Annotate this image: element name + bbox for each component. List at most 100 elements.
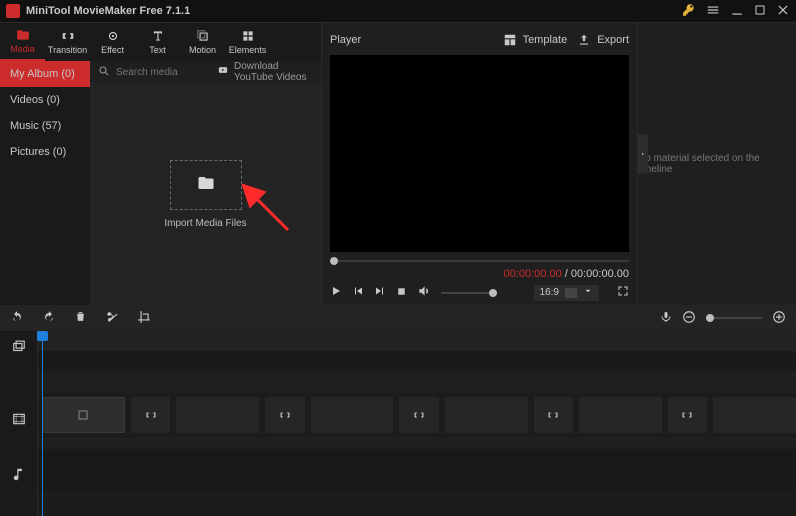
prev-frame-button[interactable] [352,285,364,300]
close-button[interactable] [776,3,790,20]
audio-track[interactable] [38,449,796,491]
inspector-panel: No material selected on the timeline [638,23,796,305]
fullscreen-button[interactable] [617,285,629,300]
transition-slot[interactable] [668,397,707,433]
sidebar-item-label: Pictures (0) [10,146,66,158]
export-button[interactable]: Export [577,33,629,47]
aspect-value: 16:9 [534,287,565,298]
download-youtube-button[interactable]: Download YouTube Videos [216,61,313,83]
sidebar-item-label: Videos (0) [10,94,60,106]
export-icon [577,33,591,47]
delete-button[interactable] [74,310,87,326]
transition-slot[interactable] [399,397,438,433]
tab-label: Text [149,45,166,55]
import-media-box[interactable] [170,160,242,210]
timeline-toolbar [0,305,796,331]
folder-icon [195,174,217,195]
tab-motion[interactable]: Motion [180,23,225,61]
clip-placeholder[interactable] [311,397,394,433]
export-label: Export [597,34,629,46]
tab-label: Elements [229,45,267,55]
audio-track-icon[interactable] [0,453,38,495]
search-input[interactable] [116,67,216,78]
volume-icon[interactable] [417,284,431,301]
redo-button[interactable] [42,310,56,327]
template-icon [503,33,517,47]
next-frame-button[interactable] [374,285,386,300]
sidebar-item-music[interactable]: Music (57) [0,113,90,139]
clip-placeholder[interactable] [445,397,528,433]
sidebar-item-videos[interactable]: Videos (0) [0,87,90,113]
chevron-down-icon [577,286,599,299]
tab-label: Media [10,44,35,54]
template-label: Template [523,34,568,46]
timeline-ruler[interactable] [38,331,796,351]
sidebar-item-label: My Album (0) [10,68,75,80]
video-track[interactable] [38,393,796,437]
maximize-button[interactable] [754,4,766,19]
time-current: 00:00:00.00 [504,268,562,280]
player-title: Player [330,34,503,46]
transition-icon [60,29,76,43]
minimize-button[interactable] [730,3,744,20]
youtube-icon [216,65,230,79]
menu-icon[interactable] [706,3,720,20]
app-title: MiniTool MovieMaker Free 7.1.1 [26,5,682,17]
license-key-icon[interactable] [682,3,696,20]
timeline-area [0,305,796,516]
text-icon [150,29,166,43]
search-icon [98,65,112,79]
effect-icon [105,29,121,43]
tab-label: Transition [48,45,87,55]
tab-effect[interactable]: Effect [90,23,135,61]
media-panel: Media Transition Effect Text Motion Elem… [0,23,322,305]
aspect-ratio-select[interactable]: 16:9 [534,285,599,301]
youtube-label: Download YouTube Videos [234,61,313,83]
motion-icon [195,29,211,43]
zoom-out-button[interactable] [682,310,696,327]
sidebar-item-label: Music (57) [10,120,61,132]
playhead[interactable] [42,331,43,516]
clip-placeholder[interactable] [42,397,125,433]
main-area: Media Transition Effect Text Motion Elem… [0,22,796,305]
zoom-in-button[interactable] [772,310,786,327]
folder-icon [15,28,31,42]
clip-placeholder[interactable] [713,397,796,433]
import-media-label: Import Media Files [164,218,246,229]
play-button[interactable] [330,285,342,300]
tab-label: Effect [101,45,124,55]
tab-transition[interactable]: Transition [45,23,90,61]
media-categories: My Album (0) Videos (0) Music (57) Pictu… [0,61,90,305]
transition-slot[interactable] [265,397,304,433]
inspector-empty-text: No material selected on the timeline [638,153,796,175]
volume-slider[interactable] [441,292,497,294]
clip-placeholder[interactable] [579,397,662,433]
titlebar: MiniTool MovieMaker Free 7.1.1 [0,0,796,22]
transition-slot[interactable] [131,397,170,433]
crop-button[interactable] [137,310,151,327]
progress-scrubber[interactable] [330,256,629,266]
tab-elements[interactable]: Elements [225,23,270,61]
undo-button[interactable] [10,310,24,327]
sidebar-item-myalbum[interactable]: My Album (0) [0,61,90,87]
stop-button[interactable] [396,286,407,300]
template-button[interactable]: Template [503,33,568,47]
video-preview[interactable] [330,55,629,252]
tab-text[interactable]: Text [135,23,180,61]
transition-slot[interactable] [534,397,573,433]
app-logo [6,4,20,18]
video-track-icon[interactable] [0,397,38,441]
time-total: 00:00:00.00 [571,268,629,280]
player-panel: Player Template Export 00:00:00.00 / 00:… [322,23,638,305]
overlay-track-icon[interactable] [0,331,38,363]
tab-label: Motion [189,45,216,55]
mic-icon[interactable] [660,311,672,326]
tab-media[interactable]: Media [0,23,45,61]
expand-inspector-button[interactable] [638,134,648,174]
timecode-display: 00:00:00.00 / 00:00:00.00 [330,268,629,280]
timeline[interactable] [0,331,796,516]
split-button[interactable] [105,310,119,327]
sidebar-item-pictures[interactable]: Pictures (0) [0,139,90,165]
clip-placeholder[interactable] [176,397,259,433]
zoom-slider[interactable] [706,317,762,319]
